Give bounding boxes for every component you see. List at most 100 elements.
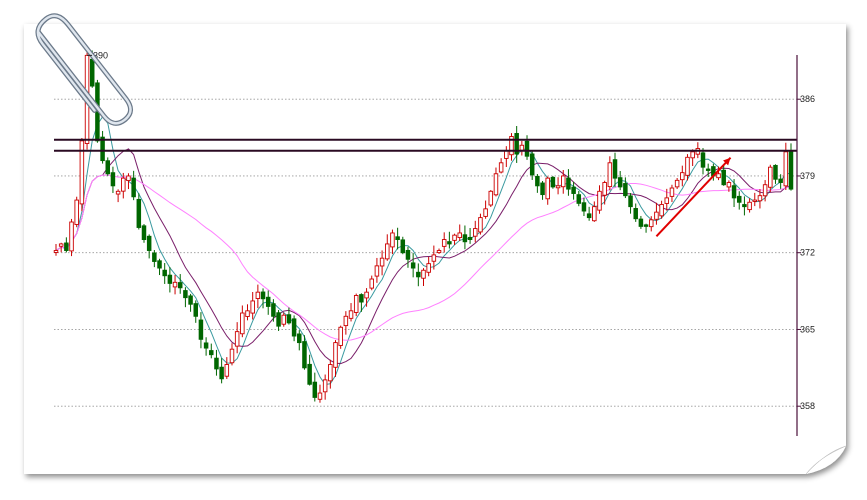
candle-body [426,263,431,273]
candle-body [504,150,509,159]
candle-body [441,239,447,247]
candle-body [659,204,664,217]
y-tick-label: 358 [800,401,815,411]
candle-body [131,177,136,198]
candle-body [203,342,209,349]
candle-body [385,243,390,260]
candle-body [110,172,116,187]
candle-body [529,153,535,176]
candle-body [592,206,597,222]
candle-body [177,282,183,289]
candle-body [488,190,494,206]
candle-body [234,331,240,347]
candle-body [457,232,462,238]
candle-body [731,185,737,199]
candle-body [483,208,488,217]
candle-body [597,190,602,211]
candle-body [586,213,592,219]
candle-body [353,295,359,313]
candle-body [705,168,711,171]
candle-body [431,254,437,262]
candle-body [359,294,364,303]
candle-body [747,201,752,211]
candle-body [193,303,199,317]
candle-body [172,281,178,288]
candle-body [519,144,525,151]
candle-body [643,224,649,227]
candle-body [146,235,152,251]
candle-body [265,296,271,307]
candle-body [115,190,121,195]
candle-body [69,221,74,252]
candle-body [281,314,286,325]
candle-body [447,241,452,245]
candle-body [183,290,188,299]
candle-body [348,310,354,319]
candle-body [555,185,561,189]
candle-body [612,159,618,179]
candle-body [395,236,400,240]
candle-body [338,326,343,346]
candle-body [53,250,59,253]
candle-body [623,183,628,197]
candle-body [773,164,778,180]
candle-body [674,179,680,188]
candle-body [664,197,670,204]
candle-body [493,173,499,196]
candle-body [58,243,64,247]
candle-body [700,152,706,168]
candle-body [736,195,742,203]
candle-body [379,257,385,267]
y-tick-label: 365 [800,324,815,334]
candle-body [317,392,323,400]
candle-body [452,234,457,241]
candle-body [74,199,79,225]
candle-body [126,175,131,181]
candle-body [462,234,468,243]
candle-body [286,314,292,324]
candle-body [209,350,214,356]
candle-body [250,300,255,314]
candle-body [436,250,442,254]
candle-body [312,381,318,398]
candlestick-chart: 386379372365358 390 [24,13,847,475]
candle-body [369,278,374,289]
candle-body [648,219,654,228]
candle-body [271,303,276,317]
candle-body [617,177,623,188]
candle-body [322,379,328,393]
candle-body [669,187,675,197]
candle-body [260,291,266,300]
candle-body [162,269,167,277]
candle-body [467,236,473,240]
candle-body [757,195,763,202]
candle-body [333,342,338,368]
candle-body [297,333,302,344]
candle-body [716,173,721,179]
candle-body [742,204,747,208]
candle-body [788,150,794,190]
candle-body [302,341,307,369]
candle-body [540,182,545,196]
candle-body [654,211,659,220]
candle-body [498,162,504,173]
candle-body [157,260,162,269]
candle-body [219,366,224,380]
candle-body [638,218,644,227]
candle-body [276,312,281,327]
candle-body [390,232,395,248]
candle-body [121,177,126,192]
candle-body [255,291,261,299]
candle-body [167,274,173,284]
candle-body [762,184,768,197]
candle-body [410,262,416,269]
candle-body [685,156,690,176]
candle-body [783,151,789,187]
candle-body [224,364,230,377]
candle-body [473,228,478,237]
candle-body [136,198,142,228]
candle-body [545,177,550,200]
candle-body [328,364,333,382]
candle-body [343,315,349,327]
candle-body [561,175,566,188]
